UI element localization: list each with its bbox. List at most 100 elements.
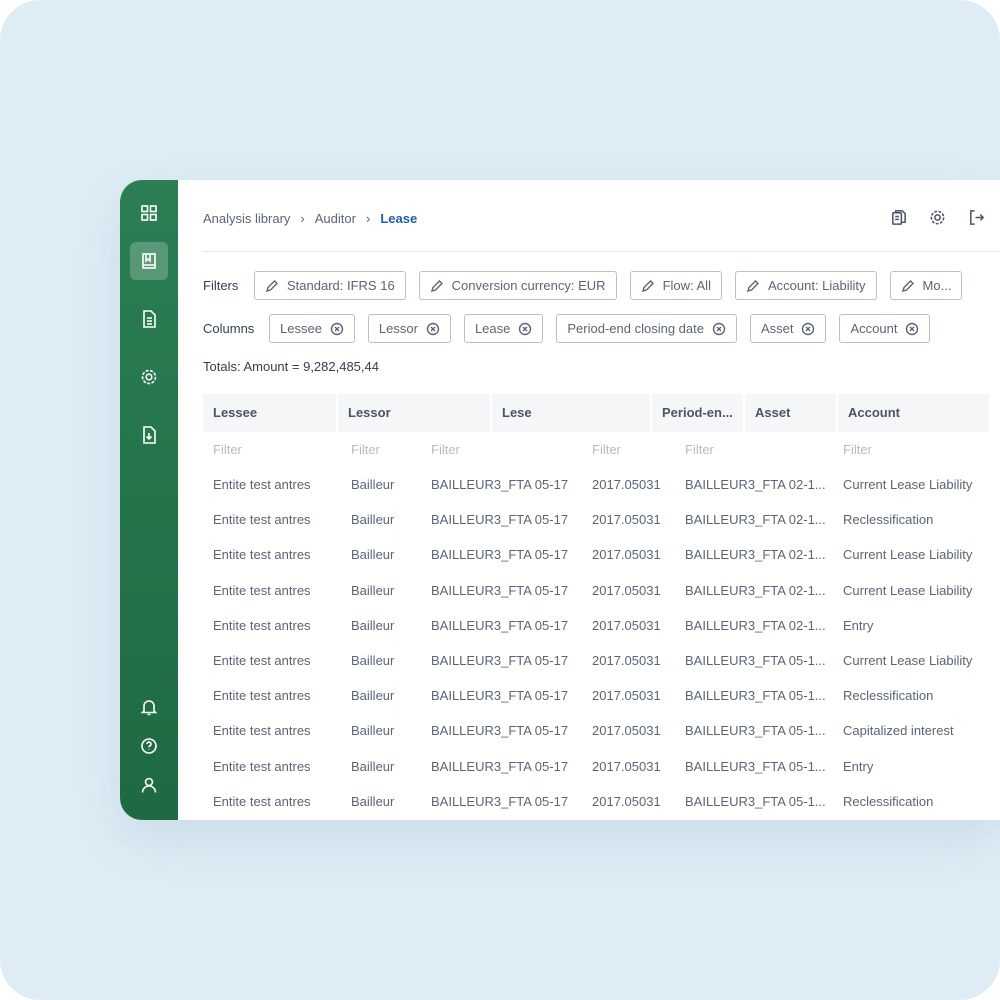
table-cell: Bailleur <box>351 477 395 492</box>
table-cell: Bailleur <box>351 688 395 704</box>
table-cell: BAILLEUR3_FTA 05-17 <box>431 547 569 563</box>
sidebar-item-settings[interactable] <box>130 358 168 396</box>
table-cell: Current Lease Liability <box>843 653 973 668</box>
breadcrumb-analysis-library[interactable]: Analysis library <box>203 211 290 226</box>
table-cell: Entry <box>843 758 874 774</box>
table-cell: BAILLEUR3_FTA 05-17 <box>431 653 569 668</box>
app-window: Analysis library › Auditor › Lease Filters… <box>120 180 1000 820</box>
column-chip-label: Lessor <box>378 321 418 336</box>
table-cell: Entite test antres <box>213 582 311 598</box>
table-cell: Reclessification <box>843 688 934 704</box>
chevron-right-icon: › <box>365 211 371 226</box>
gear-icon[interactable] <box>928 208 947 227</box>
column-chip[interactable]: Period-end closing date <box>556 314 737 343</box>
download-file-icon <box>143 426 156 444</box>
table-cell: BAILLEUR3_FTA 05-1... <box>685 793 826 809</box>
help-icon <box>141 738 157 754</box>
table-cell: BAILLEUR3_FTA 05-17 <box>431 723 569 739</box>
column-filter-input[interactable]: Filter <box>843 442 872 457</box>
table-cell: Bailleur <box>351 617 395 633</box>
column-chip[interactable]: Lease <box>463 314 544 343</box>
user-icon <box>141 777 157 793</box>
table-cell: BAILLEUR3_FTA 05-17 <box>431 477 569 492</box>
filter-chip[interactable]: Mo... <box>889 271 963 300</box>
table-cell: 2017.05031 <box>592 617 661 633</box>
filter-chip[interactable]: Account: Liability <box>734 271 877 300</box>
column-filter-input[interactable]: Filter <box>685 442 714 457</box>
table-cell: BAILLEUR3_FTA 02-1... <box>685 477 826 492</box>
filter-chip-label: Account: Liability <box>767 278 866 293</box>
filter-chip[interactable]: Conversion currency: EUR <box>418 271 617 300</box>
sidebar-item-export[interactable] <box>130 416 168 454</box>
table-cell: Entite test antres <box>213 512 311 528</box>
main-content: Analysis library › Auditor › Lease Filters… <box>178 180 1000 820</box>
column-header[interactable]: Account <box>838 394 990 432</box>
book-icon <box>142 253 156 269</box>
sidebar-item-dashboard[interactable] <box>130 194 168 232</box>
table-cell: Bailleur <box>351 547 395 563</box>
breadcrumb: Analysis library › Auditor › Lease <box>203 211 417 226</box>
profile-button[interactable] <box>130 766 168 804</box>
table-cell: BAILLEUR3_FTA 05-1... <box>685 758 826 774</box>
table-cell: Entite test antres <box>213 547 311 563</box>
gear-icon <box>141 369 157 385</box>
table-cell: 2017.05031 <box>592 688 661 704</box>
columns-label: Columns <box>203 321 255 336</box>
column-chip[interactable]: Lessor <box>367 314 451 343</box>
column-chip[interactable]: Asset <box>749 314 827 343</box>
table-cell: 2017.05031 <box>592 758 661 774</box>
table-cell: Capitalized interest <box>843 723 954 739</box>
table-cell: BAILLEUR3_FTA 02-1... <box>685 617 826 633</box>
table-cell: Bailleur <box>351 723 395 739</box>
table-cell: BAILLEUR3_FTA 05-17 <box>431 688 569 704</box>
column-filter-input[interactable]: Filter <box>592 442 621 457</box>
column-chip-label: Account <box>850 321 898 336</box>
column-filter-input[interactable]: Filter <box>431 442 460 457</box>
filter-chip-label: Flow: All <box>662 278 711 293</box>
column-header[interactable]: Lese <box>492 394 651 432</box>
table-cell: Bailleur <box>351 653 395 668</box>
filter-chip-label: Standard: IFRS 16 <box>287 278 395 293</box>
breadcrumb-auditor[interactable]: Auditor <box>315 211 356 226</box>
notifications-button[interactable] <box>130 688 168 726</box>
column-header[interactable]: Period-en... <box>652 394 744 432</box>
toolbar <box>889 208 986 227</box>
sidebar-item-library[interactable] <box>130 242 168 280</box>
column-chip[interactable]: Account <box>839 314 931 343</box>
filter-chip[interactable]: Flow: All <box>629 271 722 300</box>
table-header: Lessee Lessor Lese Period-en... Asset Account <box>203 394 991 432</box>
remove-icon[interactable] <box>905 322 919 336</box>
table-cell: Bailleur <box>351 512 395 528</box>
column-filter-input[interactable]: Filter <box>213 442 242 457</box>
remove-icon[interactable] <box>801 322 815 336</box>
column-header[interactable]: Lessor <box>338 394 491 432</box>
filters-label: Filters <box>203 278 239 293</box>
table-cell: 2017.05031 <box>592 512 661 528</box>
column-header[interactable]: Lessee <box>203 394 337 432</box>
sidebar-item-documents[interactable] <box>130 300 168 338</box>
totals: Totals: Amount = 9,282,485,44 <box>203 359 379 374</box>
table-cell: Entite test antres <box>213 688 311 704</box>
filter-chip[interactable]: Standard: IFRS 16 <box>254 271 406 300</box>
table-cell: BAILLEUR3_FTA 05-1... <box>685 723 826 739</box>
sidebar <box>120 180 178 820</box>
column-chip[interactable]: Lessee <box>269 314 355 343</box>
table-cell: Entite test antres <box>213 653 311 668</box>
column-header[interactable]: Asset <box>745 394 837 432</box>
remove-icon[interactable] <box>330 322 344 336</box>
copy-icon[interactable] <box>889 208 908 227</box>
remove-icon[interactable] <box>712 322 726 336</box>
table-cell: 2017.05031 <box>592 582 661 598</box>
pencil-icon <box>641 279 654 292</box>
remove-icon[interactable] <box>426 322 440 336</box>
table-cell: BAILLEUR3_FTA 05-17 <box>431 512 569 528</box>
bell-icon <box>140 700 158 716</box>
filter-chip-label: Conversion currency: EUR <box>451 278 606 293</box>
remove-icon[interactable] <box>518 322 532 336</box>
column-filter-input[interactable]: Filter <box>351 442 380 457</box>
help-button[interactable] <box>130 727 168 765</box>
filter-chips: Standard: IFRS 16 Conversion currency: EU… <box>254 271 963 300</box>
table-cell: Entite test antres <box>213 723 311 739</box>
logout-icon[interactable] <box>967 208 986 227</box>
breadcrumb-current: Lease <box>380 211 418 226</box>
